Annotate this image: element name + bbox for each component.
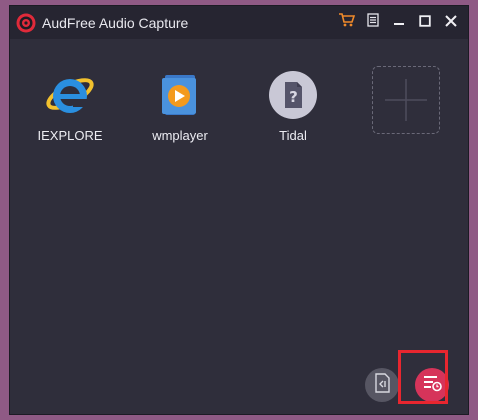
app-label-iexplore: IEXPLORE xyxy=(37,128,103,143)
minimize-icon xyxy=(393,14,405,32)
audfree-logo-icon xyxy=(16,13,36,33)
close-button[interactable] xyxy=(440,12,462,34)
app-tile-wmplayer[interactable]: wmplayer xyxy=(135,68,225,143)
close-icon xyxy=(445,14,457,32)
unknown-app-icon: ? xyxy=(266,68,320,122)
windows-media-player-icon xyxy=(153,68,207,122)
internet-explorer-icon xyxy=(43,68,97,122)
app-label-wmplayer: wmplayer xyxy=(152,128,208,143)
app-tile-iexplore[interactable]: IEXPLORE xyxy=(25,68,115,143)
highlight-box xyxy=(398,350,448,404)
app-tile-tidal[interactable]: ? Tidal xyxy=(248,68,338,143)
cart-icon xyxy=(338,12,356,33)
menu-button[interactable] xyxy=(362,12,384,34)
window-title: AudFree Audio Capture xyxy=(42,14,189,31)
add-app-button[interactable] xyxy=(372,66,440,134)
audio-file-icon xyxy=(373,372,391,398)
audio-file-button[interactable] xyxy=(365,368,399,402)
svg-text:?: ? xyxy=(289,88,298,106)
menu-icon xyxy=(367,13,379,32)
app-label-tidal: Tidal xyxy=(279,128,307,143)
title-bar: AudFree Audio Capture xyxy=(10,6,468,39)
maximize-button[interactable] xyxy=(414,12,436,34)
plus-icon xyxy=(373,67,439,138)
cart-button[interactable] xyxy=(336,12,358,34)
minimize-button[interactable] xyxy=(388,12,410,34)
maximize-icon xyxy=(419,14,431,32)
